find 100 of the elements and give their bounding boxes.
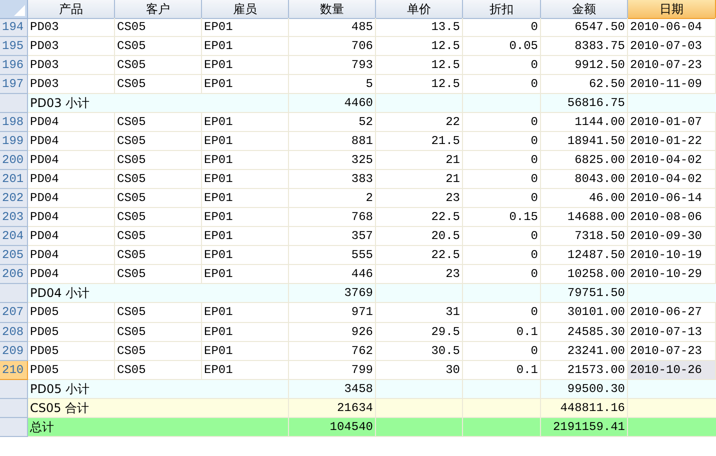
corner-header[interactable] xyxy=(0,0,28,19)
table-cell: 18941.50 xyxy=(541,132,628,152)
row-header[interactable]: 196 xyxy=(0,56,28,76)
table-cell: 768 xyxy=(289,208,376,228)
table-cell: 52 xyxy=(289,113,376,132)
column-header[interactable]: 金额 xyxy=(541,0,628,19)
table-cell: 0 xyxy=(463,56,541,76)
table-cell: 2010-04-02 xyxy=(628,151,716,170)
row-header[interactable] xyxy=(0,418,28,437)
table-cell: CS05 xyxy=(115,322,202,342)
row-header[interactable]: 199 xyxy=(0,132,28,152)
row-header[interactable] xyxy=(0,398,28,418)
column-header[interactable]: 折扣 xyxy=(463,0,541,19)
table-cell: PD03 xyxy=(28,18,115,38)
table-cell: 0 xyxy=(463,303,541,322)
row-header[interactable]: 207 xyxy=(0,303,28,322)
table-cell: 30.5 xyxy=(376,342,463,361)
row-header[interactable]: 209 xyxy=(0,342,28,361)
table-cell: CS05 xyxy=(115,113,202,132)
table-cell: CS05 xyxy=(115,37,202,56)
table-cell: 0 xyxy=(463,113,541,132)
table-cell: 31 xyxy=(376,303,463,322)
table-cell: CS05 xyxy=(115,170,202,190)
summary-label: PD03 小计 xyxy=(28,94,289,114)
table-cell: 3769 xyxy=(289,284,376,304)
table-cell: CS05 xyxy=(115,342,202,361)
table-cell: PD04 xyxy=(28,208,115,228)
table-cell: 2191159.41 xyxy=(541,418,628,437)
table-cell: 926 xyxy=(289,322,376,342)
column-header[interactable]: 日期 xyxy=(628,0,716,19)
table-cell: 1144.00 xyxy=(541,113,628,132)
table-cell: CS05 xyxy=(115,132,202,152)
row-header[interactable]: 202 xyxy=(0,189,28,208)
table-cell: 12.5 xyxy=(376,56,463,76)
column-header[interactable]: 雇员 xyxy=(202,0,289,19)
table-cell: 23241.00 xyxy=(541,342,628,361)
table-cell: 23 xyxy=(376,189,463,208)
table-cell: EP01 xyxy=(202,18,289,38)
table-cell: 0 xyxy=(463,151,541,170)
table-cell: 2010-07-03 xyxy=(628,37,716,56)
row-header[interactable]: 203 xyxy=(0,208,28,228)
table-cell: 4460 xyxy=(289,94,376,114)
table-cell: 8043.00 xyxy=(541,170,628,190)
column-header[interactable]: 产品 xyxy=(28,0,115,19)
row-header[interactable] xyxy=(0,284,28,304)
table-cell: 22.5 xyxy=(376,208,463,228)
table-cell: 2010-06-04 xyxy=(628,18,716,38)
table-cell: 22 xyxy=(376,113,463,132)
table-cell: EP01 xyxy=(202,113,289,132)
table-cell: 2010-01-07 xyxy=(628,113,716,132)
table-cell: EP01 xyxy=(202,208,289,228)
row-header[interactable]: 210 xyxy=(0,360,28,380)
row-header[interactable]: 205 xyxy=(0,246,28,266)
table-cell: 6547.50 xyxy=(541,18,628,38)
row-header[interactable] xyxy=(0,380,28,399)
table-cell: PD04 xyxy=(28,170,115,190)
table-cell: 2010-06-27 xyxy=(628,303,716,322)
table-cell: 104540 xyxy=(289,418,376,437)
table-cell: 12487.50 xyxy=(541,246,628,266)
table-cell: 21 xyxy=(376,170,463,190)
row-header[interactable]: 195 xyxy=(0,37,28,56)
row-header[interactable]: 201 xyxy=(0,170,28,190)
table-cell: 24585.30 xyxy=(541,322,628,342)
table-cell: 555 xyxy=(289,246,376,266)
row-header[interactable]: 204 xyxy=(0,227,28,246)
table-cell: PD04 xyxy=(28,246,115,266)
table-cell: PD03 xyxy=(28,56,115,76)
table-cell: 2010-10-19 xyxy=(628,246,716,266)
table-cell: EP01 xyxy=(202,246,289,266)
row-header[interactable]: 200 xyxy=(0,151,28,170)
table-cell: 46.00 xyxy=(541,189,628,208)
table-cell: 762 xyxy=(289,342,376,361)
column-header[interactable]: 单价 xyxy=(376,0,463,19)
row-header[interactable]: 208 xyxy=(0,322,28,342)
table-cell: 79751.50 xyxy=(541,284,628,304)
table-cell: 2010-08-06 xyxy=(628,208,716,228)
row-header[interactable]: 206 xyxy=(0,265,28,284)
table-cell: 12.5 xyxy=(376,37,463,56)
column-header[interactable]: 客户 xyxy=(115,0,202,19)
table-cell: 0.15 xyxy=(463,208,541,228)
table-cell: 30101.00 xyxy=(541,303,628,322)
table-cell: 22.5 xyxy=(376,246,463,266)
table-cell: 0 xyxy=(463,189,541,208)
row-header[interactable]: 197 xyxy=(0,75,28,94)
table-cell: CS05 xyxy=(115,227,202,246)
row-header[interactable] xyxy=(0,94,28,114)
row-header[interactable]: 194 xyxy=(0,18,28,38)
table-cell: 0.1 xyxy=(463,322,541,342)
summary-label: PD04 小计 xyxy=(28,284,289,304)
table-cell: 6825.00 xyxy=(541,151,628,170)
column-header[interactable]: 数量 xyxy=(289,0,376,19)
row-header[interactable]: 198 xyxy=(0,113,28,132)
table-cell: 2 xyxy=(289,189,376,208)
table-cell: 2010-04-02 xyxy=(628,170,716,190)
table-cell: 21 xyxy=(376,151,463,170)
table-cell: 2010-10-26 xyxy=(628,360,716,380)
table-cell: 0 xyxy=(463,132,541,152)
table-cell: PD05 xyxy=(28,322,115,342)
table-cell: 881 xyxy=(289,132,376,152)
table-cell: 7318.50 xyxy=(541,227,628,246)
